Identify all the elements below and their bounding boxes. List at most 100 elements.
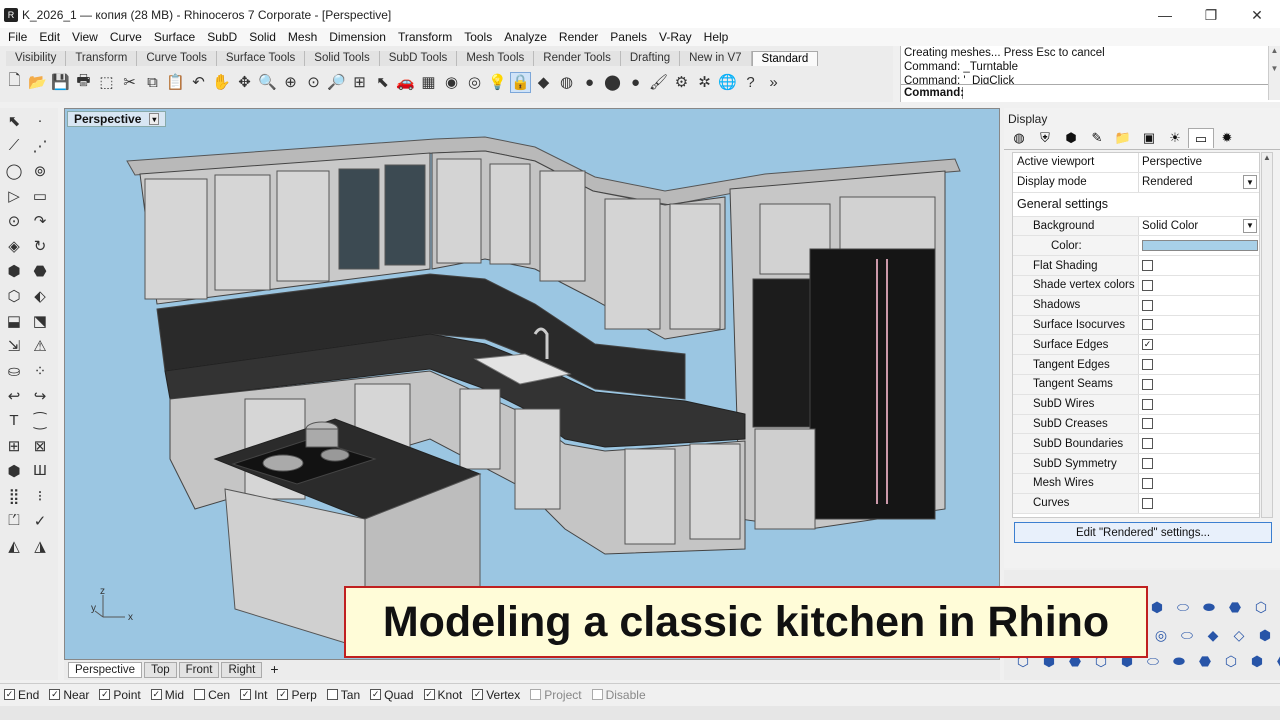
color-wheel-icon[interactable]: ◍ [556, 72, 577, 93]
panel-tab-icon[interactable]: 📁 [1110, 128, 1136, 148]
panel-tab-icon[interactable]: ☀ [1162, 128, 1188, 148]
osnap-near[interactable]: ✓ Near [49, 688, 89, 702]
tool-icon[interactable]: ▭ [28, 185, 52, 207]
tool-icon[interactable]: ⏍ [2, 510, 26, 532]
osnap-checkbox[interactable] [591, 689, 603, 700]
menu-analyze[interactable]: Analyze [498, 28, 553, 46]
option-checkbox[interactable] [1142, 438, 1153, 450]
option-checkbox[interactable] [1142, 497, 1153, 509]
panel-tab-icon[interactable]: ◍ [1006, 128, 1032, 148]
osnap-checkbox[interactable]: ✓ [99, 689, 111, 700]
tool-icon[interactable]: ⬢ [1244, 650, 1270, 672]
viewport-tab-perspective[interactable]: Perspective [68, 662, 143, 678]
tool-icon[interactable]: ◈ [2, 235, 26, 257]
light-icon[interactable]: 💡 [487, 72, 508, 93]
menu-solid[interactable]: Solid [243, 28, 282, 46]
toolbar-tab-curve-tools[interactable]: Curve Tools [137, 51, 217, 66]
option-row-mesh-wires[interactable]: Mesh Wires [1013, 473, 1259, 494]
tool-icon[interactable]: ⬓ [2, 310, 26, 332]
option-row-flat-shading[interactable]: Flat Shading [1013, 256, 1259, 276]
minimize-button[interactable]: — [1142, 0, 1188, 30]
display-mode-row[interactable]: Display mode Rendered ▼ [1013, 172, 1259, 193]
osnap-checkbox[interactable]: ✓ [4, 689, 15, 700]
tool-icon[interactable]: T [2, 410, 26, 432]
osnap-end[interactable]: ✓ End [4, 688, 39, 702]
option-value[interactable]: ✓ [1139, 335, 1259, 354]
option-row-tangent-edges[interactable]: Tangent Edges [1013, 355, 1259, 375]
car-icon[interactable]: 🚗 [395, 72, 416, 93]
osnap-checkbox[interactable] [194, 689, 206, 700]
menu-panels[interactable]: Panels [604, 28, 653, 46]
menu-mesh[interactable]: Mesh [282, 28, 323, 46]
viewport-dropdown-icon[interactable]: ▾ [149, 113, 160, 125]
blue-sphere-icon[interactable]: ● [625, 72, 646, 93]
osnap-checkbox[interactable] [326, 689, 338, 700]
menu-surface[interactable]: Surface [148, 28, 201, 46]
chevron-down-icon[interactable]: ▼ [1243, 175, 1257, 190]
option-row-surface-edges[interactable]: Surface Edges ✓ [1013, 335, 1259, 356]
print-icon[interactable]: 🖶 [73, 72, 94, 93]
menu-view[interactable]: View [66, 28, 104, 46]
osnap-tan[interactable]: Tan [326, 688, 360, 702]
panel-tab-icon[interactable]: ▣ [1136, 128, 1162, 148]
tool-icon[interactable]: ⬡ [1248, 596, 1274, 618]
tool-icon[interactable]: ⋰ [28, 135, 52, 157]
paint-icon[interactable]: 🖌 [648, 72, 669, 93]
panel-tab-icon[interactable]: ⛨ [1032, 128, 1058, 148]
tool-icon[interactable]: ⇲ [2, 335, 26, 357]
tool-icon[interactable]: ↪ [28, 385, 52, 407]
general-settings-header[interactable]: General settings [1013, 193, 1259, 217]
toolbar-tab-drafting[interactable]: Drafting [620, 51, 681, 66]
toolbar-tab-solid-tools[interactable]: Solid Tools [305, 51, 380, 66]
more-icon[interactable]: » [763, 72, 784, 93]
tool-icon[interactable]: ↻ [28, 235, 52, 257]
option-row-tangent-seams[interactable]: Tangent Seams [1013, 374, 1259, 395]
option-row-subd-boundaries[interactable]: SubD Boundaries [1013, 434, 1259, 455]
tool-icon[interactable]: ⬢ [1252, 624, 1278, 646]
undo-icon[interactable]: ↶ [188, 72, 209, 93]
option-row-subd-symmetry[interactable]: SubD Symmetry [1013, 454, 1259, 474]
tool-icon[interactable]: ⬔ [28, 310, 52, 332]
zoom-selected-icon[interactable]: 🔎 [326, 72, 347, 93]
shaded-sphere-icon[interactable]: ● [579, 72, 600, 93]
osnap-checkbox[interactable]: ✓ [150, 689, 162, 700]
option-checkbox[interactable] [1142, 359, 1153, 371]
add-viewport-icon[interactable]: + [264, 662, 284, 678]
tool-icon[interactable]: ⊠ [28, 435, 52, 457]
menu-subd[interactable]: SubD [201, 28, 243, 46]
option-value[interactable] [1139, 316, 1259, 335]
panel-tab-icon[interactable]: ✹ [1214, 128, 1240, 148]
import-icon[interactable]: ⬚ [96, 72, 117, 93]
rendered-sphere-icon[interactable]: ⬤ [602, 72, 623, 93]
tool-icon[interactable]: ⬭ [1170, 596, 1196, 618]
viewport-tab-top[interactable]: Top [144, 662, 177, 678]
menu-dimension[interactable]: Dimension [323, 28, 392, 46]
tool-icon[interactable]: ⊙ [2, 210, 26, 232]
osnap-mid[interactable]: ✓ Mid [150, 688, 184, 702]
menu-v-ray[interactable]: V-Ray [653, 28, 698, 46]
option-value[interactable] [1139, 434, 1259, 453]
close-button[interactable]: ✕ [1234, 0, 1280, 30]
pan-icon[interactable]: ✋ [211, 72, 232, 93]
four-views-icon[interactable]: ⊞ [349, 72, 370, 93]
tool-icon[interactable]: ⚠ [28, 335, 52, 357]
viewport-label[interactable]: Perspective ▾ [67, 111, 167, 127]
tool-icon[interactable]: ⬡ [2, 285, 26, 307]
hide-icon[interactable]: ◉ [441, 72, 462, 93]
osnap-point[interactable]: ✓ Point [99, 688, 141, 702]
properties-scrollbar[interactable]: ▲ [1261, 152, 1273, 518]
tool-icon[interactable]: ⬣ [1270, 650, 1280, 672]
toolbar-tab-surface-tools[interactable]: Surface Tools [216, 51, 306, 66]
osnap-project[interactable]: Project [530, 688, 582, 702]
zoom-extents-icon[interactable]: ⊙ [303, 72, 324, 93]
menu-curve[interactable]: Curve [104, 28, 148, 46]
open-icon[interactable]: 📂 [27, 72, 48, 93]
option-checkbox[interactable] [1142, 398, 1153, 410]
toolbar-tab-subd-tools[interactable]: SubD Tools [379, 51, 458, 66]
menu-help[interactable]: Help [698, 28, 735, 46]
copy-icon[interactable]: ⧉ [142, 72, 163, 93]
rotate-view-icon[interactable]: ✥ [234, 72, 255, 93]
option-checkbox[interactable] [1142, 458, 1153, 470]
zoom-icon[interactable]: 🔍 [257, 72, 278, 93]
osnap-checkbox[interactable] [530, 689, 542, 700]
